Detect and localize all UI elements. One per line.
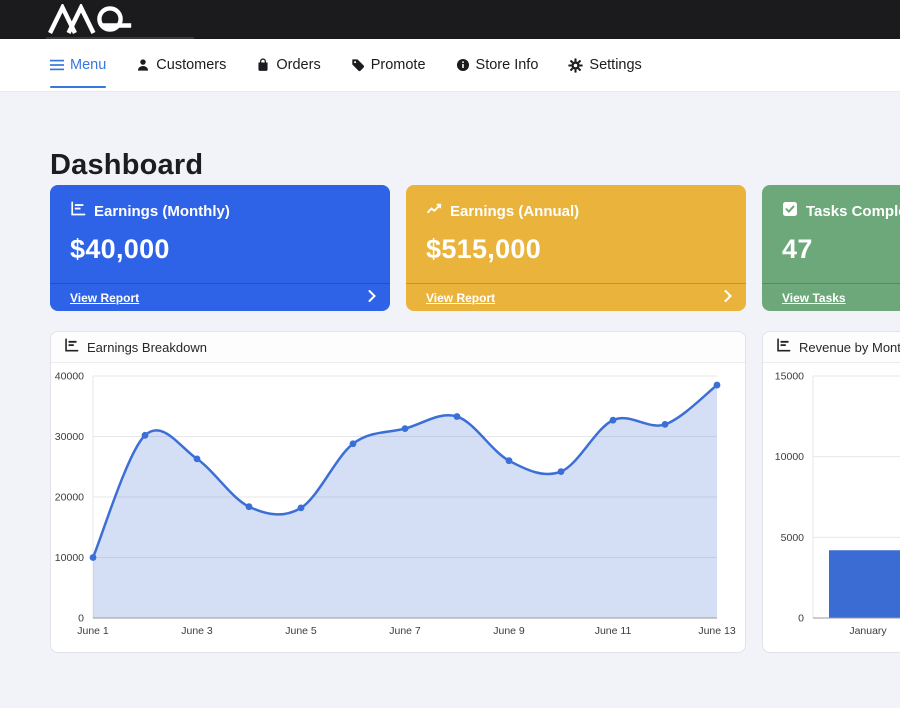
data-point <box>142 432 149 439</box>
chart-card-title: Earnings Breakdown <box>87 340 207 355</box>
page-title: Dashboard <box>50 147 900 183</box>
nav-label: Promote <box>371 57 426 73</box>
svg-text:30000: 30000 <box>55 431 84 443</box>
svg-text:June 13: June 13 <box>698 625 736 637</box>
view-report-link[interactable]: View Report <box>406 283 746 311</box>
y-grid <box>813 376 900 537</box>
stat-card-earnings-annual: Earnings (Annual) $515,000 View Report <box>406 185 746 311</box>
svg-text:10000: 10000 <box>775 451 804 463</box>
svg-text:10000: 10000 <box>55 552 84 564</box>
chevron-right-icon <box>724 289 732 307</box>
svg-text:June 9: June 9 <box>493 625 525 637</box>
data-point <box>506 457 513 464</box>
line-chart-icon <box>426 201 442 221</box>
chart-card-title: Revenue by Month <box>799 340 900 355</box>
svg-text:5000: 5000 <box>781 532 805 544</box>
data-point <box>454 413 461 420</box>
nav-label: Orders <box>276 57 320 73</box>
nav-label: Store Info <box>476 57 539 73</box>
check-square-icon <box>782 201 798 221</box>
nav-item-promote[interactable]: Promote <box>351 39 426 91</box>
svg-text:40000: 40000 <box>55 371 84 383</box>
stat-card-tasks-completed: Tasks Completed 47 View Tasks <box>762 185 900 311</box>
earnings-breakdown-card: Earnings Breakdown 0 10000 20000 30000 40000… <box>50 331 746 653</box>
nav-label: Customers <box>156 57 226 73</box>
svg-text:15000: 15000 <box>775 371 804 383</box>
view-report-link[interactable]: View Report <box>50 283 390 311</box>
bar-chart-icon <box>70 201 86 221</box>
data-point <box>714 382 721 389</box>
revenue-by-month-bar-chart: 0 5000 10000 15000 January <box>763 363 900 653</box>
data-point <box>194 455 201 462</box>
data-point <box>298 504 305 511</box>
main-content: Dashboard Earnings (Monthly) $40,000 Vie… <box>0 147 900 653</box>
data-point <box>402 425 409 432</box>
svg-text:June 3: June 3 <box>181 625 213 637</box>
view-tasks-link[interactable]: View Tasks <box>762 283 900 311</box>
chevron-right-icon <box>368 289 376 307</box>
nav-item-orders[interactable]: Orders <box>256 39 320 91</box>
stat-card-value: $40,000 <box>70 234 370 265</box>
data-point <box>610 417 617 424</box>
svg-text:0: 0 <box>798 613 804 625</box>
nav-label: Settings <box>589 57 641 73</box>
tag-icon <box>351 58 365 72</box>
stat-card-value: 47 <box>782 234 900 265</box>
nav-item-store-info[interactable]: Store Info <box>456 39 539 91</box>
chart-card-header: Earnings Breakdown <box>51 332 745 363</box>
person-icon <box>136 58 150 72</box>
main-navbar: Menu Customers Orders Promote <box>0 39 900 92</box>
svg-text:June 11: June 11 <box>595 625 632 637</box>
svg-text:20000: 20000 <box>55 492 84 504</box>
stat-card-title: Tasks Completed <box>806 203 900 220</box>
mq-logo[interactable] <box>48 4 132 34</box>
data-point <box>662 421 669 428</box>
data-point <box>90 554 97 561</box>
data-point <box>350 440 357 447</box>
svg-text:June 5: June 5 <box>285 625 317 637</box>
area-fill <box>93 385 717 618</box>
nav-item-customers[interactable]: Customers <box>136 39 226 91</box>
bag-icon <box>256 58 270 72</box>
info-icon <box>456 58 470 72</box>
hamburger-icon <box>50 59 64 71</box>
earnings-breakdown-line-chart: 0 10000 20000 30000 40000 June 1 June 3 June 5 J… <box>51 363 745 653</box>
svg-text:June 7: June 7 <box>389 625 421 637</box>
data-point <box>558 468 565 475</box>
svg-text:June 1: June 1 <box>77 625 109 637</box>
chart-card-header: Revenue by Month <box>763 332 900 363</box>
stat-card-value: $515,000 <box>426 234 726 265</box>
charts-row: Earnings Breakdown 0 10000 20000 30000 40000… <box>50 331 900 653</box>
stat-card-title: Earnings (Annual) <box>450 203 579 220</box>
stat-card-title: Earnings (Monthly) <box>94 203 230 220</box>
svg-text:January: January <box>849 625 887 637</box>
bar <box>829 550 900 618</box>
gear-icon <box>568 58 583 73</box>
revenue-by-month-card: Revenue by Month 0 5000 10000 15000 January <box>762 331 900 653</box>
bar-chart-icon <box>64 338 79 356</box>
stat-card-earnings-monthly: Earnings (Monthly) $40,000 View Report <box>50 185 390 311</box>
stat-cards-row: Earnings (Monthly) $40,000 View Report E… <box>50 185 900 311</box>
nav-item-settings[interactable]: Settings <box>568 39 641 91</box>
bar-chart-icon <box>776 338 791 356</box>
top-app-bar <box>0 0 900 39</box>
nav-item-menu[interactable]: Menu <box>50 39 106 91</box>
svg-text:0: 0 <box>78 613 84 625</box>
data-point <box>246 503 253 510</box>
nav-label: Menu <box>70 57 106 73</box>
